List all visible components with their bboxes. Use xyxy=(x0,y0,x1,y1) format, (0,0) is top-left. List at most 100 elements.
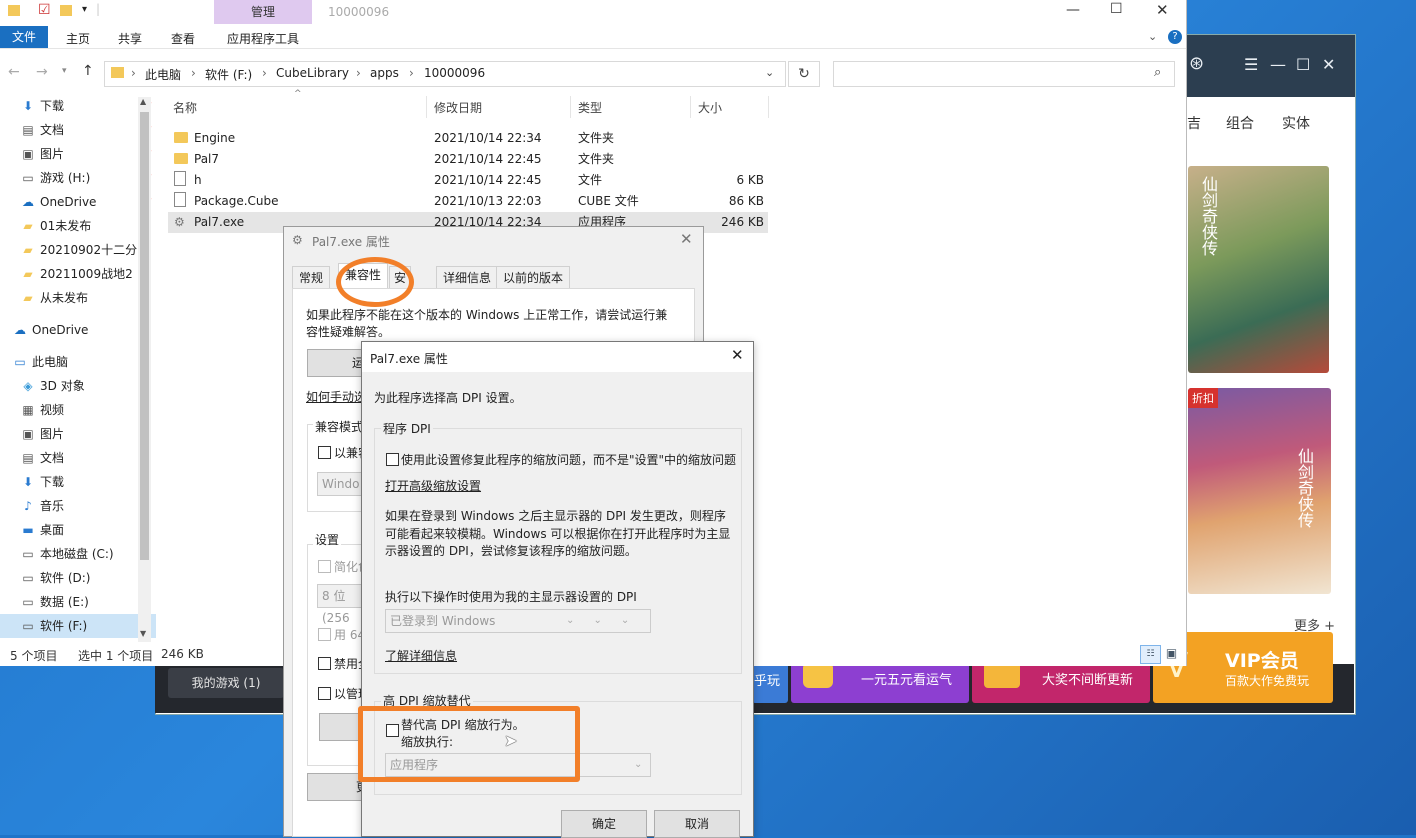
address-bar[interactable]: › 此电脑 › 软件 (F:) › CubeLibrary › apps › 1… xyxy=(104,61,786,87)
column-date[interactable]: 修改日期 xyxy=(434,99,482,116)
sidebar-item[interactable]: ▤文档📌 xyxy=(0,118,156,142)
back-icon[interactable]: ← xyxy=(8,64,20,80)
tab-application-tools[interactable]: 应用程序工具 xyxy=(227,30,299,47)
sidebar-item[interactable]: ▰ 01未发布 xyxy=(0,214,156,238)
close-icon[interactable]: ✕ xyxy=(680,230,693,248)
sidebar-item[interactable]: ▬ 桌面 xyxy=(0,518,156,542)
ribbon-expand-icon[interactable]: ⌄ xyxy=(1148,30,1157,43)
nav-scrollbar-thumb[interactable] xyxy=(140,112,149,560)
learn-more-link[interactable]: 了解详细信息 xyxy=(385,647,457,664)
sidebar-item[interactable]: ▭ 数据 (E:) xyxy=(0,590,156,614)
tab-file[interactable]: 文件 xyxy=(0,26,48,48)
sidebar-item[interactable]: ▣图片📌 xyxy=(0,142,156,166)
address-dropdown-icon[interactable]: ⌄ xyxy=(765,66,774,79)
program-dpi-checkbox[interactable] xyxy=(386,453,399,466)
close-icon[interactable]: ✕ xyxy=(1156,1,1169,19)
tab-view[interactable]: 查看 xyxy=(171,30,195,47)
compat-mode-checkbox[interactable] xyxy=(318,446,331,459)
launcher-nav-partial[interactable]: 吉 xyxy=(1187,113,1201,133)
breadcrumb-cubelibrary[interactable]: CubeLibrary xyxy=(276,66,349,80)
manual-compat-link[interactable]: 如何手动选 xyxy=(306,388,366,405)
res640-checkbox[interactable] xyxy=(318,628,331,641)
sidebar-item[interactable]: ⬇ 下载 xyxy=(0,470,156,494)
ribbon-context-manage[interactable]: 管理 xyxy=(214,0,312,24)
file-row[interactable]: Package.Cube 2021/10/13 22:03 CUBE 文件 86 KB xyxy=(168,191,768,212)
reduced-color-checkbox[interactable] xyxy=(318,560,331,573)
recent-locations-icon[interactable]: ▾ xyxy=(62,66,67,76)
sidebar-item[interactable]: ▭游戏 (H:)📌 xyxy=(0,166,156,190)
close-icon[interactable]: ✕ xyxy=(731,346,744,364)
my-games-button[interactable]: 我的游戏 (1) xyxy=(168,668,284,698)
sidebar-item[interactable]: ☁ OneDrive xyxy=(0,318,148,342)
game-poster[interactable]: 仙剑奇侠传 xyxy=(1188,166,1329,373)
help-icon[interactable]: ? xyxy=(1168,30,1182,44)
details-view-icon[interactable]: ☷ xyxy=(1140,645,1161,664)
sidebar-item[interactable]: ▣ 图片 xyxy=(0,422,156,446)
sidebar-item[interactable]: ⬇下载📌 xyxy=(0,94,156,118)
run-as-admin-checkbox[interactable] xyxy=(318,687,331,700)
launcher-nav-physical[interactable]: 实体 xyxy=(1282,113,1310,133)
large-icons-view-icon[interactable]: ▣ xyxy=(1163,645,1180,662)
tab-home[interactable]: 主页 xyxy=(66,30,90,47)
forward-icon[interactable]: → xyxy=(36,64,48,80)
document-icon: ▤ xyxy=(22,451,34,465)
minimize-icon[interactable]: — xyxy=(1066,2,1080,18)
sidebar-item[interactable]: ▭ 软件 (F:) xyxy=(0,614,156,638)
tab-previous-versions[interactable]: 以前的版本 xyxy=(496,266,571,289)
sidebar-item[interactable]: ▰ 20211009战地2 xyxy=(0,262,156,286)
sidebar-item[interactable]: ▦ 视频 xyxy=(0,398,156,422)
file-row[interactable]: Pal7 2021/10/14 22:45 文件夹 xyxy=(168,149,768,170)
cancel-button[interactable]: 取消 xyxy=(654,810,740,838)
highlight-ring-compatibility-tab xyxy=(336,257,414,307)
sidebar-item[interactable]: ◈ 3D 对象 xyxy=(0,374,156,398)
game-poster-discount[interactable]: 折扣 仙剑奇侠传 xyxy=(1188,388,1331,594)
minimize-icon[interactable]: — xyxy=(1270,55,1286,74)
scroll-down-icon[interactable]: ▼ xyxy=(140,629,146,638)
file-row[interactable]: h 2021/10/14 22:45 文件 6 KB xyxy=(168,170,768,191)
file-name: h xyxy=(194,173,202,187)
advanced-scaling-link[interactable]: 打开高级缩放设置 xyxy=(385,477,481,494)
disable-fullscreen-opt-checkbox[interactable] xyxy=(318,657,331,670)
maximize-icon[interactable]: ☐ xyxy=(1296,55,1310,74)
up-icon[interactable]: ↑ xyxy=(82,63,94,79)
column-type[interactable]: 类型 xyxy=(578,99,602,116)
column-size[interactable]: 大小 xyxy=(698,99,722,116)
close-icon[interactable]: ✕ xyxy=(1322,55,1335,74)
quick-access-dropdown-icon[interactable]: ▾ xyxy=(82,4,87,15)
column-name[interactable]: 名称 xyxy=(173,99,197,116)
menu-icon[interactable]: ☰ xyxy=(1244,55,1258,74)
new-folder-icon[interactable] xyxy=(60,5,72,16)
sidebar-item[interactable]: ▰ 从未发布 xyxy=(0,286,156,310)
sidebar-item[interactable]: ▤ 文档 xyxy=(0,446,156,470)
sidebar-item[interactable]: ▭ 本地磁盘 (C:) xyxy=(0,542,156,566)
sidebar-item-label: 图片 xyxy=(40,147,65,161)
sidebar-item-label: 下载 xyxy=(40,99,65,113)
compat-os-combo[interactable]: Windo xyxy=(317,472,367,496)
breadcrumb-drive-f[interactable]: 软件 (F:) xyxy=(205,66,252,83)
tab-details[interactable]: 详细信息 xyxy=(436,266,499,289)
sidebar-item-label: 从未发布 xyxy=(40,291,89,305)
sidebar-item[interactable]: ☁OneDrive📌 xyxy=(0,190,156,214)
tab-general[interactable]: 常规 xyxy=(292,266,331,289)
breadcrumb-apps[interactable]: apps xyxy=(370,66,399,80)
maximize-icon[interactable]: ☐ xyxy=(1110,1,1123,17)
sidebar-item[interactable]: ♪ 音乐 xyxy=(0,494,156,518)
file-row[interactable]: Engine 2021/10/14 22:34 文件夹 xyxy=(168,128,768,149)
scroll-up-icon[interactable]: ▲ xyxy=(140,97,146,106)
color-mode-combo[interactable]: 8 位(256 xyxy=(317,584,367,625)
download-icon[interactable]: ⊛ xyxy=(1189,53,1204,74)
use-dpi-combo[interactable]: 已登录到 Windows ⌄ ⌄ ⌄ xyxy=(385,609,651,633)
breadcrumb-10000096[interactable]: 10000096 xyxy=(424,66,485,80)
properties-icon[interactable]: ☑ xyxy=(38,2,51,18)
ok-button[interactable]: 确定 xyxy=(561,810,647,838)
sidebar-item-label: 图片 xyxy=(40,427,65,441)
sidebar-item[interactable]: ▭ 软件 (D:) xyxy=(0,566,156,590)
search-input[interactable]: ⌕ xyxy=(833,61,1175,87)
sidebar-item[interactable]: ▭ 此电脑 xyxy=(0,350,148,374)
refresh-icon[interactable]: ↻ xyxy=(788,61,820,87)
tab-share[interactable]: 共享 xyxy=(118,30,142,47)
sidebar-item[interactable]: ▰ 20210902十二分 xyxy=(0,238,156,262)
launcher-nav-combo[interactable]: 组合 xyxy=(1226,113,1254,133)
breadcrumb-this-pc[interactable]: 此电脑 xyxy=(145,66,181,83)
run-troubleshooter-button[interactable]: 运 xyxy=(307,349,369,377)
